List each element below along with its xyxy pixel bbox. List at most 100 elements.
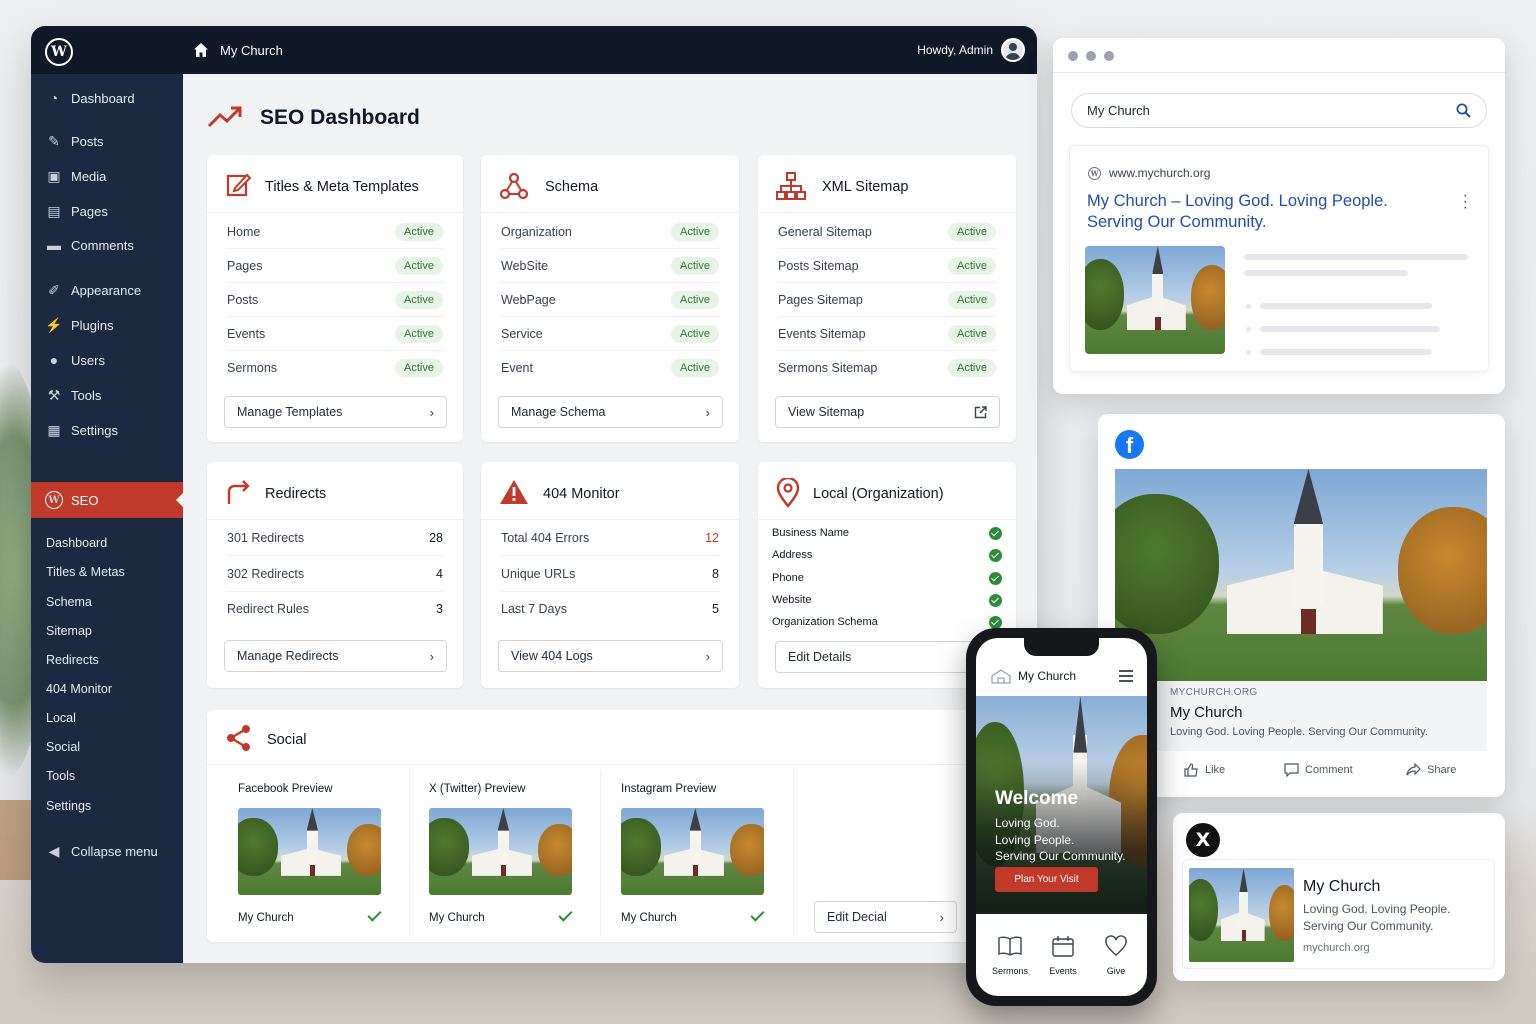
link-description: Loving God. Loving People. Serving Our C… xyxy=(1303,902,1451,933)
submenu-social[interactable]: Social xyxy=(46,740,80,754)
search-input[interactable]: My Church xyxy=(1071,93,1487,128)
link-title: My Church xyxy=(1170,704,1243,721)
list-item: Pages Sitemap Active xyxy=(778,283,996,317)
church-logo-icon xyxy=(991,669,1011,684)
sidebar-item-pages[interactable]: ▤ Pages xyxy=(31,196,183,226)
manage-templates-button[interactable]: Manage Templates › xyxy=(224,396,447,428)
church-thumbnail[interactable] xyxy=(621,808,764,895)
phone-mockup: My Church Welcome Loving God. Loving Peop… xyxy=(966,628,1157,1006)
list-item: Pages Active xyxy=(227,249,443,283)
placeholder-line xyxy=(1260,326,1440,332)
facebook-icon: f xyxy=(1115,430,1144,459)
chevron-right-icon: › xyxy=(939,909,944,925)
avatar[interactable] xyxy=(1001,38,1025,62)
card-header: Local (Organization) xyxy=(758,462,1016,520)
sidebar-item-tools[interactable]: ⚒ Tools xyxy=(31,380,183,410)
status-badge: Active xyxy=(948,222,996,241)
church-thumbnail[interactable] xyxy=(238,808,381,895)
schema-graph-icon xyxy=(499,172,529,200)
manage-schema-button[interactable]: Manage Schema › xyxy=(498,396,723,428)
seo-plugin-icon: W xyxy=(45,491,63,509)
collapse-menu-label: Collapse menu xyxy=(71,843,158,859)
hamburger-menu-icon[interactable] xyxy=(1119,670,1133,682)
comments-icon: ▬ xyxy=(47,237,61,253)
nav-sermons[interactable]: Sermons xyxy=(985,934,1035,976)
collapse-menu-button[interactable]: ◀ Collapse menu xyxy=(31,836,183,866)
share-arrow-icon xyxy=(1406,763,1421,776)
submenu-sitemap[interactable]: Sitemap xyxy=(46,624,92,638)
titles-meta-card: Titles & Meta Templates Home Active Pages… xyxy=(207,155,463,442)
nav-events[interactable]: Events xyxy=(1038,934,1088,976)
calendar-icon xyxy=(1052,936,1074,957)
submenu-schema[interactable]: Schema xyxy=(46,595,92,609)
schema-card: Schema Organization Active WebSite Active … xyxy=(481,155,739,442)
card-header: Redirects xyxy=(207,462,463,520)
preview-name: My Church xyxy=(238,912,294,924)
submenu-redirects[interactable]: Redirects xyxy=(46,653,99,667)
share-button[interactable]: Share xyxy=(1406,763,1456,777)
status-badge: Active xyxy=(395,290,443,309)
chevron-right-icon: › xyxy=(705,648,710,664)
nav-give[interactable]: Give xyxy=(1091,934,1141,976)
preview-name: My Church xyxy=(429,912,485,924)
chevron-right-icon: › xyxy=(429,404,434,420)
sidebar-item-plugins[interactable]: ⚡ Plugins xyxy=(31,310,183,340)
sidebar-item-posts[interactable]: ✎ Posts xyxy=(31,126,183,156)
favicon-icon: W xyxy=(1088,166,1101,180)
check-icon xyxy=(989,571,1002,585)
view-404-logs-button[interactable]: View 404 Logs › xyxy=(498,640,723,672)
result-title-link[interactable]: My Church – Loving God. Loving People. S… xyxy=(1087,191,1417,233)
sidebar-item-media[interactable]: ▣ Media xyxy=(31,161,183,191)
sidebar-item-comments[interactable]: ▬ Comments xyxy=(31,230,183,260)
x-link-card[interactable]: My Church Loving God. Loving People. Ser… xyxy=(1182,859,1495,969)
chevron-right-icon: › xyxy=(429,648,434,664)
manage-redirects-button[interactable]: Manage Redirects › xyxy=(224,640,447,672)
search-result: Wwww.mychurch.org My Church – Loving God… xyxy=(1069,145,1489,372)
list-item: General Sitemap Active xyxy=(778,215,996,249)
sidebar-item-settings[interactable]: ▦ Settings xyxy=(31,415,183,445)
warning-icon xyxy=(500,480,528,504)
submenu-titles-metas[interactable]: Titles & Metas xyxy=(46,565,125,579)
submenu-tools[interactable]: Tools xyxy=(46,769,75,783)
list-item: Sermons Sitemap Active xyxy=(778,351,996,385)
edit-social-button[interactable]: Edit Decial › xyxy=(814,901,957,933)
card-title: Schema xyxy=(545,179,599,195)
status-badge: Active xyxy=(948,290,996,309)
card-title: Titles & Meta Templates xyxy=(265,179,419,195)
church-thumbnail[interactable] xyxy=(429,808,572,895)
site-name-link[interactable]: My Church xyxy=(220,43,283,58)
preview-heading: X (Twitter) Preview xyxy=(429,783,526,795)
book-icon xyxy=(998,936,1022,956)
status-badge: Active xyxy=(671,256,719,275)
like-button[interactable]: Like xyxy=(1184,763,1225,777)
status-badge: Active xyxy=(671,222,719,241)
home-icon[interactable] xyxy=(193,42,209,58)
plan-your-visit-button[interactable]: Plan Your Visit xyxy=(995,867,1098,892)
hero-tagline: Loving God. Loving People. Serving Our Com… xyxy=(995,816,1126,863)
submenu-local[interactable]: Local xyxy=(46,711,76,725)
wordpress-logo-icon[interactable]: W xyxy=(45,38,73,66)
comment-button[interactable]: Comment xyxy=(1284,763,1353,777)
submenu-dashboard[interactable]: Dashboard xyxy=(46,536,107,550)
brush-icon: ✐ xyxy=(48,281,60,298)
window-controls xyxy=(1068,51,1114,61)
search-icon[interactable] xyxy=(1456,103,1471,118)
sidebar-item-seo[interactable]: W SEO xyxy=(31,482,183,518)
view-sitemap-button[interactable]: View Sitemap xyxy=(775,396,1000,428)
x-share-image xyxy=(1189,868,1294,962)
sidebar-item-dashboard[interactable]: ◔ Dashboard xyxy=(31,83,183,113)
sidebar-item-appearance[interactable]: ✐ Appearance xyxy=(31,275,183,305)
sidebar-item-users[interactable]: ● Users xyxy=(31,345,183,375)
submenu-settings[interactable]: Settings xyxy=(46,799,91,813)
page-title: SEO Dashboard xyxy=(260,106,420,129)
social-card: Social Facebook Preview My Church X (Twi… xyxy=(207,710,1016,942)
howdy-greeting[interactable]: Howdy, Admin xyxy=(917,43,993,57)
trending-up-icon xyxy=(207,106,242,128)
more-options-icon[interactable]: · · · xyxy=(1463,188,1468,216)
submenu-404-monitor[interactable]: 404 Monitor xyxy=(46,682,112,696)
list-item: Sermons Active xyxy=(227,351,443,385)
check-icon xyxy=(989,526,1002,540)
list-item: Events Sitemap Active xyxy=(778,317,996,351)
x-logo-icon: X xyxy=(1186,823,1220,857)
placeholder-line xyxy=(1260,303,1432,309)
